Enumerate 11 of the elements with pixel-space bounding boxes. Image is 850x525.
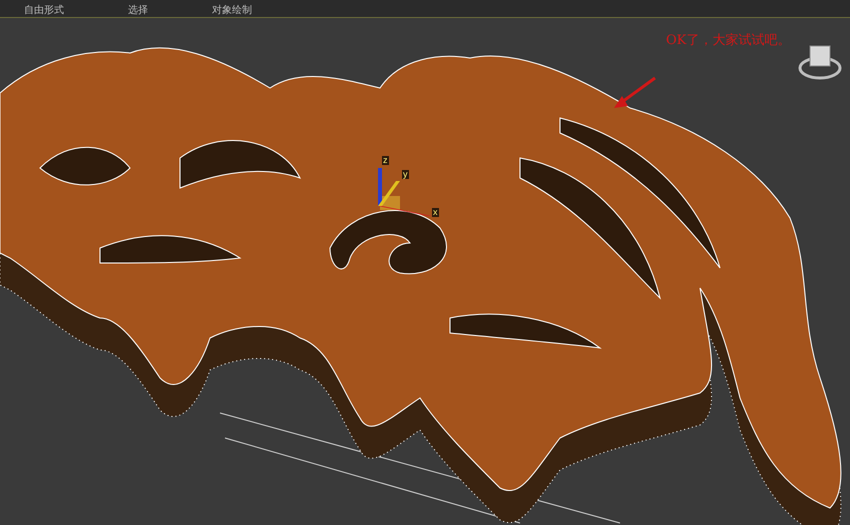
axis-label: z bbox=[382, 156, 388, 165]
gizmo-axis-handle[interactable] bbox=[378, 206, 432, 216]
axis-label: x bbox=[432, 208, 438, 217]
axis-label: y bbox=[402, 170, 408, 179]
annotation-arrow bbox=[614, 76, 656, 108]
annotation-text: OK了，大家试试吧。 bbox=[666, 32, 792, 50]
ribbon-tab[interactable]: 选择 bbox=[128, 5, 148, 17]
ribbon-tab[interactable]: 自由形式 bbox=[24, 5, 64, 17]
gizmo-axis-handle[interactable] bbox=[378, 168, 382, 206]
ribbon-tab[interactable]: 对象绘制 bbox=[212, 5, 252, 17]
gizmo-axis-handle[interactable] bbox=[378, 181, 400, 206]
